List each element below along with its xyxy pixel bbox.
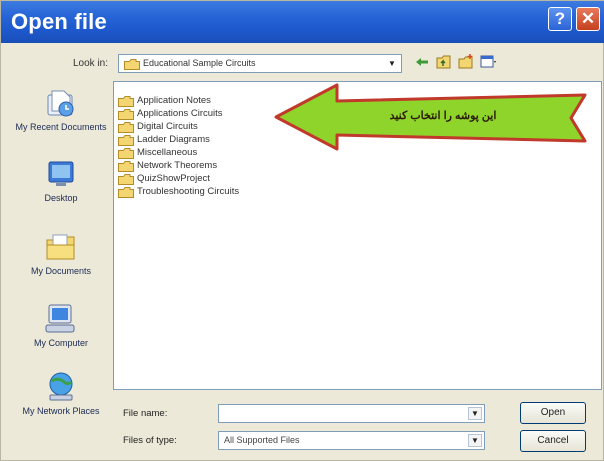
help-button[interactable]: ?	[548, 7, 572, 31]
folder-icon	[118, 187, 134, 198]
chevron-down-icon[interactable]: ▼	[385, 57, 399, 70]
places-bar: My Recent Documents Desktop My Documents	[15, 81, 107, 451]
back-icon[interactable]	[414, 54, 430, 70]
network-places-icon	[49, 372, 73, 401]
place-label: My Network Places	[22, 406, 100, 416]
callout-text: این پوشه را انتخاب کنید	[389, 110, 497, 122]
file-name: Network Theorems	[137, 160, 218, 171]
file-type-dropdown[interactable]: All Supported Files ▼	[218, 431, 485, 450]
open-button[interactable]: Open	[520, 402, 586, 424]
up-folder-icon[interactable]	[436, 54, 452, 70]
desktop-icon	[48, 161, 74, 186]
chevron-down-icon[interactable]: ▼	[468, 407, 482, 420]
folder-icon	[118, 109, 134, 120]
place-label: My Recent Documents	[15, 122, 107, 132]
folder-icon	[118, 135, 134, 146]
file-name-label: File name:	[123, 408, 168, 419]
cancel-button[interactable]: Cancel	[520, 430, 586, 452]
file-name: Miscellaneous	[137, 147, 198, 158]
file-name: Applications Circuits	[137, 108, 223, 119]
folder-icon	[118, 161, 134, 172]
folder-icon	[118, 122, 134, 133]
open-file-dialog: Open file ? ✕ Look in: Educational Sampl…	[0, 0, 604, 461]
look-in-label: Look in:	[73, 58, 109, 69]
new-folder-icon[interactable]	[458, 54, 474, 70]
window-title: Open file	[11, 9, 107, 34]
my-computer-icon	[45, 304, 75, 333]
file-type-value: All Supported Files	[224, 435, 300, 445]
place-my-documents[interactable]: My Documents	[15, 231, 107, 276]
file-name: Troubleshooting Circuits	[137, 186, 240, 197]
chevron-down-icon[interactable]: ▼	[468, 434, 482, 447]
my-documents-icon	[46, 234, 75, 260]
folder-icon	[118, 174, 134, 185]
look-in-dropdown[interactable]: Educational Sample Circuits ▼	[118, 54, 402, 73]
file-type-label: Files of type:	[123, 435, 177, 446]
place-label: Desktop	[44, 193, 78, 203]
folder-icon	[118, 96, 134, 107]
title-bar[interactable]: Open file ? ✕	[1, 1, 604, 43]
file-name-input[interactable]: ▼	[218, 404, 485, 423]
place-desktop[interactable]: Desktop	[15, 158, 107, 203]
place-my-computer[interactable]: My Computer	[15, 303, 107, 348]
folder-icon	[118, 148, 134, 159]
place-my-recent-documents[interactable]: My Recent Documents	[15, 87, 107, 132]
file-name: Application Notes	[137, 95, 211, 106]
look-in-value: Educational Sample Circuits	[143, 58, 256, 68]
view-menu-icon[interactable]	[480, 54, 496, 70]
place-label: My Documents	[30, 266, 92, 276]
place-label: My Computer	[33, 338, 88, 348]
file-name: Digital Circuits	[137, 121, 198, 132]
place-my-network-places[interactable]: My Network Places	[15, 371, 107, 416]
folder-icon	[124, 59, 140, 70]
file-name: QuizShowProject	[137, 173, 210, 184]
file-name: Ladder Diagrams	[137, 134, 210, 145]
close-button[interactable]: ✕	[576, 7, 600, 31]
recent-documents-icon	[47, 90, 74, 117]
